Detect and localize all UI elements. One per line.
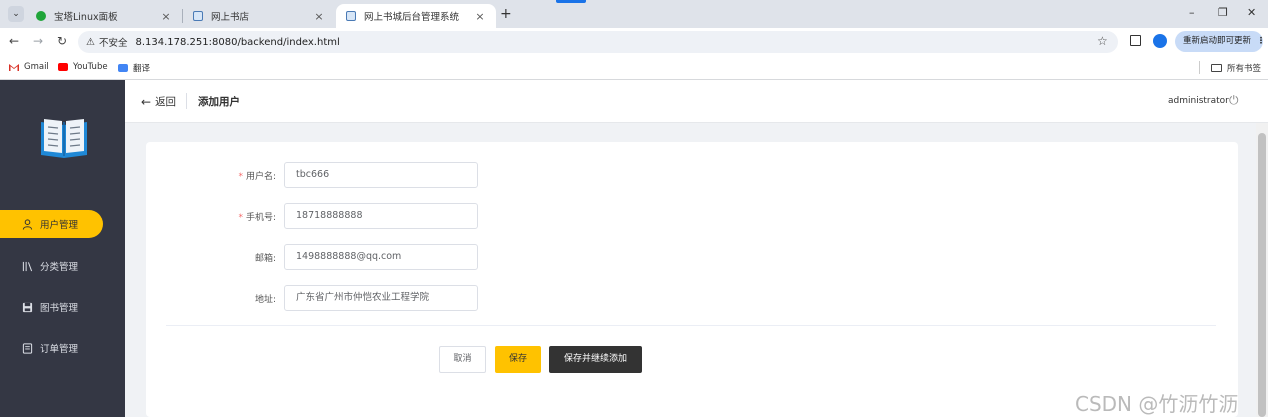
back-button[interactable]: ← 返回	[141, 94, 176, 109]
url-text[interactable]: 8.134.178.251:8080/backend/index.html	[135, 37, 339, 48]
document-icon	[22, 342, 33, 354]
bookmark-gmail[interactable]: Gmail	[9, 62, 49, 72]
book-favicon-icon	[346, 11, 356, 21]
tab-title: 网上书城后台管理系统	[364, 12, 460, 23]
maximize-button[interactable]: ❐	[1218, 6, 1228, 19]
page-scrollbar[interactable]	[1256, 123, 1268, 417]
browser-toolbar: ← → ↻ ⚠ 不安全 8.134.178.251:8080/backend/i…	[0, 28, 1268, 56]
bookmark-label: 翻译	[133, 64, 151, 74]
reload-icon[interactable]: ↻	[57, 34, 67, 48]
bookmark-translate[interactable]: 翻译	[118, 62, 150, 74]
kebab-menu-icon[interactable]: ⋮	[1257, 36, 1266, 46]
add-user-form-card: * 用户名: tbc666 * 手机号: 18718888888 邮箱: 14988…	[146, 142, 1238, 417]
field-label-text: 手机号:	[245, 213, 276, 223]
tab-bar-accent	[556, 0, 586, 3]
sidebar-item-label: 分类管理	[40, 262, 79, 273]
browser-tab-admin[interactable]: 网上书城后台管理系统 ×	[336, 4, 496, 28]
address-input[interactable]: 广东省广州市仲恺农业工程学院	[284, 285, 478, 311]
folder-icon	[1211, 64, 1222, 72]
tab-title: 网上书店	[211, 12, 250, 23]
user-icon	[22, 218, 33, 230]
required-asterisk: *	[238, 172, 243, 182]
address-label: 地址:	[146, 292, 276, 305]
username-label: * 用户名:	[146, 169, 276, 182]
baota-shield-icon	[36, 11, 46, 21]
tab-close-icon[interactable]: ×	[160, 10, 172, 23]
logout-power-icon[interactable]: ⏻	[1229, 93, 1239, 108]
all-bookmarks[interactable]: 所有书签	[1211, 62, 1261, 74]
library-icon	[22, 261, 33, 271]
form-divider	[166, 325, 1216, 326]
translate-icon	[118, 64, 128, 72]
required-asterisk: *	[238, 213, 243, 223]
book-favicon-icon	[193, 11, 203, 21]
side-panel-icon[interactable]	[1130, 35, 1141, 46]
update-button[interactable]: 重新启动即可更新 ⋮	[1175, 31, 1266, 52]
bookmark-youtube[interactable]: YouTube	[58, 62, 108, 72]
minimize-button[interactable]: –	[1189, 6, 1195, 19]
header-divider	[186, 93, 187, 109]
close-window-button[interactable]: ✕	[1247, 6, 1256, 19]
youtube-icon	[58, 63, 68, 71]
browser-tab-baota[interactable]: 宝塔Linux面板 ×	[26, 4, 182, 28]
email-input[interactable]: 1498888888@qq.com	[284, 244, 478, 270]
back-arrow-icon: ←	[141, 94, 152, 109]
back-arrow-icon[interactable]: ←	[9, 34, 19, 48]
bookmarks-bar: Gmail YouTube 翻译 所有书签	[0, 56, 1268, 80]
current-username: administrator	[1168, 96, 1229, 106]
phone-label: * 手机号:	[146, 210, 276, 223]
bookmark-star-icon[interactable]: ☆	[1097, 34, 1108, 48]
security-status[interactable]: 不安全	[99, 35, 128, 49]
sidebar-item-label: 订单管理	[40, 344, 79, 355]
warning-triangle-icon[interactable]: ⚠	[86, 37, 95, 48]
cancel-button[interactable]: 取消	[439, 346, 486, 373]
sidebar-item-books[interactable]: 图书管理	[0, 293, 103, 321]
phone-input[interactable]: 18718888888	[284, 203, 478, 229]
sidebar-item-label: 图书管理	[40, 303, 79, 314]
all-bookmarks-label: 所有书签	[1227, 64, 1262, 74]
browser-tab-bar: ⌄ 宝塔Linux面板 × 网上书店 × 网上书城后台管理系统 × + – ❐ …	[0, 0, 1268, 28]
browser-tab-bookstore[interactable]: 网上书店 ×	[183, 4, 335, 28]
open-book-icon	[41, 119, 87, 158]
sidebar: 用户管理 分类管理 图书管理 订单管理	[0, 80, 125, 417]
save-button[interactable]: 保存	[495, 346, 541, 373]
username-input[interactable]: tbc666	[284, 162, 478, 188]
sidebar-item-label: 用户管理	[40, 220, 79, 231]
update-button-label: 重新启动即可更新	[1183, 36, 1252, 46]
field-label-text: 邮箱:	[254, 254, 276, 264]
profile-avatar-icon[interactable]	[1153, 34, 1167, 48]
save-and-continue-button[interactable]: 保存并继续添加	[549, 346, 642, 373]
sidebar-item-orders[interactable]: 订单管理	[0, 334, 103, 362]
field-label-text: 地址:	[254, 295, 276, 305]
tab-title: 宝塔Linux面板	[54, 12, 118, 23]
scrollbar-thumb[interactable]	[1258, 133, 1266, 417]
address-bar[interactable]: ⚠ 不安全 8.134.178.251:8080/backend/index.h…	[78, 31, 1118, 53]
bookmarks-separator	[1199, 61, 1200, 74]
bookmark-label: Gmail	[24, 62, 49, 72]
gmail-icon	[9, 64, 19, 71]
email-label: 邮箱:	[146, 251, 276, 264]
tab-close-icon[interactable]: ×	[474, 10, 486, 23]
bookmark-label: YouTube	[73, 62, 108, 72]
forward-arrow-icon[interactable]: →	[33, 34, 43, 48]
page-header: ← 返回 添加用户 administrator ⏻	[125, 80, 1268, 123]
back-label: 返回	[155, 96, 177, 108]
save-icon	[22, 302, 33, 312]
new-tab-button[interactable]: +	[500, 6, 512, 22]
tab-close-icon[interactable]: ×	[313, 10, 325, 23]
watermark: CSDN @竹沥竹沥	[1075, 392, 1239, 416]
field-label-text: 用户名:	[245, 172, 276, 182]
sidebar-item-categories[interactable]: 分类管理	[0, 252, 103, 280]
page-title: 添加用户	[198, 96, 240, 108]
sidebar-item-users[interactable]: 用户管理	[0, 210, 103, 238]
tab-search-button[interactable]: ⌄	[8, 6, 24, 22]
